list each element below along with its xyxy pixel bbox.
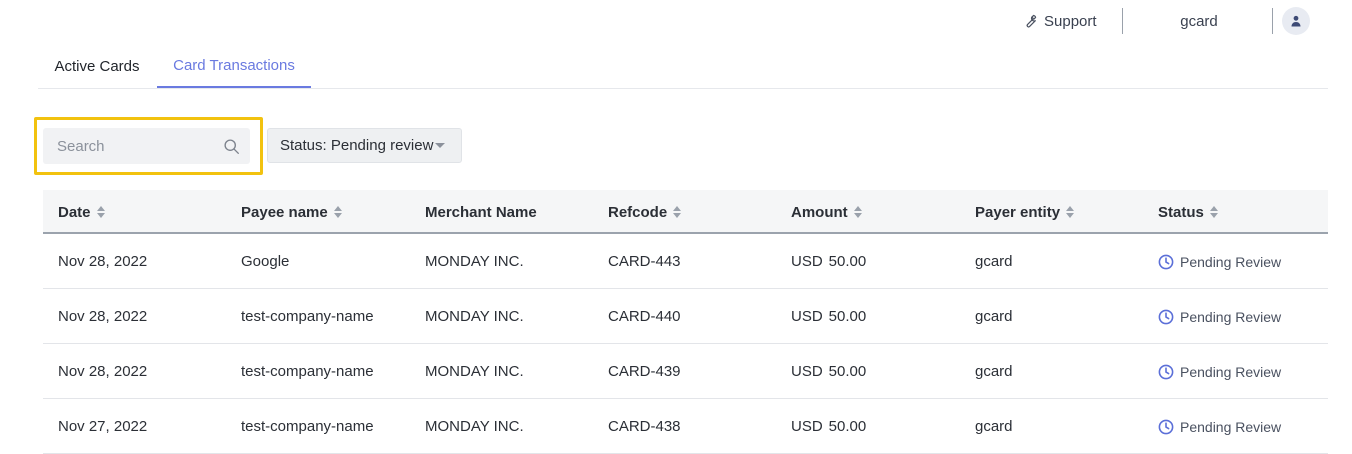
clock-icon: [1158, 419, 1174, 434]
amount-currency: USD: [791, 363, 823, 380]
cell-amount: USD 50.00: [791, 289, 866, 344]
support-link[interactable]: Support: [1022, 8, 1097, 34]
amount-value: 50.00: [828, 418, 867, 435]
table-header: Date Payee name Merchant Name Refcode Am…: [43, 190, 1328, 234]
table-row[interactable]: Nov 28, 2022 test-company-name MONDAY IN…: [43, 344, 1328, 399]
status-badge: Pending Review: [1158, 234, 1281, 289]
sort-icon: [853, 206, 862, 218]
sort-icon: [333, 206, 342, 218]
avatar[interactable]: [1282, 7, 1310, 35]
amount-currency: USD: [791, 308, 823, 325]
cell-payer: gcard: [975, 363, 1013, 380]
status-label: Pending Review: [1180, 308, 1282, 325]
tab-card-transactions[interactable]: Card Transactions: [157, 44, 311, 88]
sort-icon: [1066, 206, 1075, 218]
clock-icon: [1158, 309, 1174, 324]
column-header-payee-name[interactable]: Payee name: [241, 190, 342, 234]
cell-refcode: CARD-443: [608, 253, 681, 270]
column-label: Amount: [791, 203, 848, 221]
column-header-status[interactable]: Status: [1158, 190, 1218, 234]
cell-date: Nov 28, 2022: [58, 253, 148, 270]
column-header-merchant-name: Merchant Name: [425, 190, 537, 234]
user-icon: [1291, 15, 1301, 27]
cell-payee: test-company-name: [241, 363, 374, 380]
cell-merchant: MONDAY INC.: [425, 363, 524, 380]
top-bar: Support gcard: [0, 0, 1352, 42]
sort-icon: [673, 206, 682, 218]
status-badge: Pending Review: [1158, 344, 1281, 399]
column-label: Payer entity: [975, 203, 1061, 221]
cell-refcode: CARD-440: [608, 308, 681, 325]
amount-currency: USD: [791, 418, 823, 435]
cell-merchant: MONDAY INC.: [425, 418, 524, 435]
cell-amount: USD 50.00: [791, 234, 866, 289]
column-header-date[interactable]: Date: [58, 190, 105, 234]
cell-refcode: CARD-438: [608, 418, 681, 435]
amount-currency: USD: [791, 253, 823, 270]
status-filter-dropdown[interactable]: Status: Pending review: [267, 128, 462, 163]
support-label: Support: [1044, 12, 1097, 30]
cell-payer: gcard: [975, 253, 1013, 270]
cell-date: Nov 28, 2022: [58, 363, 148, 380]
column-label: Date: [58, 203, 91, 221]
search-box: [43, 128, 250, 164]
cell-payer: gcard: [975, 308, 1013, 325]
chevron-down-icon: [435, 143, 446, 148]
table-row[interactable]: Nov 27, 2022 test-company-name MONDAY IN…: [43, 399, 1328, 454]
amount-value: 50.00: [828, 253, 867, 270]
header-divider: [1272, 8, 1273, 34]
tab-active-cards[interactable]: Active Cards: [38, 44, 156, 88]
cell-date: Nov 28, 2022: [58, 308, 148, 325]
cell-payee: test-company-name: [241, 308, 374, 325]
search-input[interactable]: [43, 128, 203, 164]
sort-icon: [1209, 206, 1218, 218]
status-filter-label: Status: Pending review: [280, 137, 434, 154]
column-label: Payee name: [241, 203, 328, 221]
cell-merchant: MONDAY INC.: [425, 253, 524, 270]
column-label: Refcode: [608, 203, 668, 221]
amount-value: 50.00: [828, 308, 867, 325]
status-label: Pending Review: [1180, 253, 1282, 270]
cell-payer: gcard: [975, 418, 1013, 435]
status-badge: Pending Review: [1158, 399, 1281, 454]
cell-date: Nov 27, 2022: [58, 418, 148, 435]
sort-icon: [96, 206, 105, 218]
header-divider: [1122, 8, 1123, 34]
clock-icon: [1158, 364, 1174, 379]
transactions-table: Date Payee name Merchant Name Refcode Am…: [43, 190, 1328, 454]
table-row[interactable]: Nov 28, 2022 Google MONDAY INC. CARD-443…: [43, 234, 1328, 289]
status-label: Pending Review: [1180, 363, 1282, 380]
search-icon[interactable]: [223, 138, 240, 155]
status-label: Pending Review: [1180, 418, 1282, 435]
column-header-refcode[interactable]: Refcode: [608, 190, 682, 234]
cell-payee: test-company-name: [241, 418, 374, 435]
cell-merchant: MONDAY INC.: [425, 308, 524, 325]
column-label: Merchant Name: [425, 203, 537, 221]
username: gcard: [1180, 12, 1218, 30]
table-row[interactable]: Nov 28, 2022 test-company-name MONDAY IN…: [43, 289, 1328, 344]
cell-amount: USD 50.00: [791, 399, 866, 454]
column-label: Status: [1158, 203, 1204, 221]
cell-refcode: CARD-439: [608, 363, 681, 380]
status-badge: Pending Review: [1158, 289, 1281, 344]
cell-amount: USD 50.00: [791, 344, 866, 399]
column-header-payer-entity[interactable]: Payer entity: [975, 190, 1075, 234]
cell-payee: Google: [241, 253, 290, 270]
clock-icon: [1158, 254, 1174, 269]
tab-bar: Active Cards Card Transactions: [38, 44, 1328, 89]
amount-value: 50.00: [828, 363, 867, 380]
wrench-icon: [1026, 14, 1037, 28]
column-header-amount[interactable]: Amount: [791, 190, 862, 234]
